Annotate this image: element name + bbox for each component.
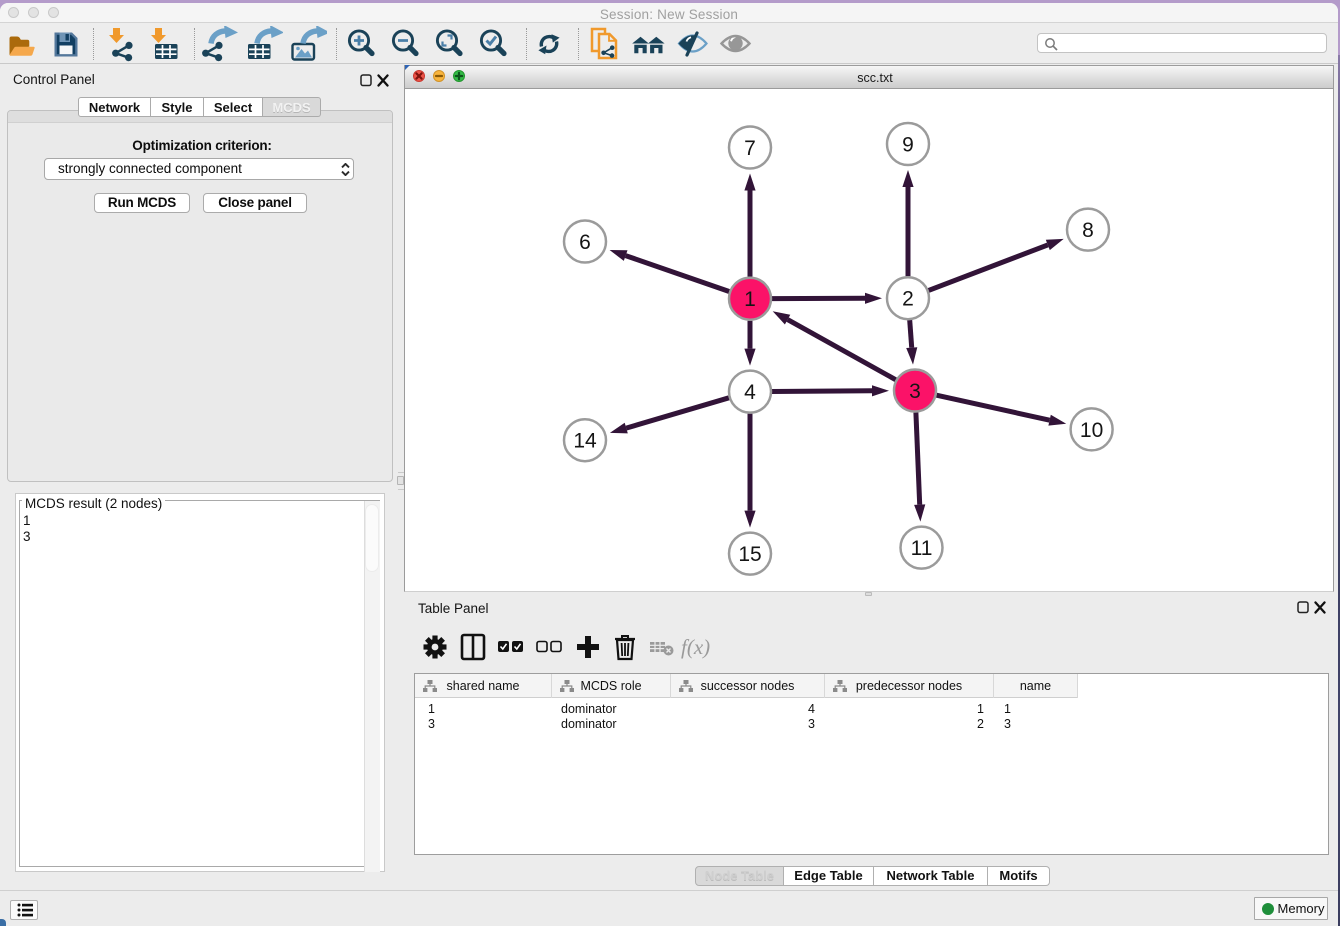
svg-text:3: 3 <box>909 380 921 403</box>
svg-text:10: 10 <box>1080 419 1103 442</box>
svg-text:15: 15 <box>738 543 761 566</box>
svg-text:2: 2 <box>902 288 914 311</box>
svg-text:11: 11 <box>911 537 933 560</box>
svg-text:f(x): f(x) <box>681 635 710 659</box>
svg-text:4: 4 <box>744 381 756 404</box>
svg-text:14: 14 <box>573 430 597 453</box>
svg-text:6: 6 <box>579 231 591 254</box>
svg-text:8: 8 <box>1082 219 1094 242</box>
svg-text:7: 7 <box>744 137 756 160</box>
svg-text:1: 1 <box>744 288 756 311</box>
svg-text:9: 9 <box>902 134 914 157</box>
